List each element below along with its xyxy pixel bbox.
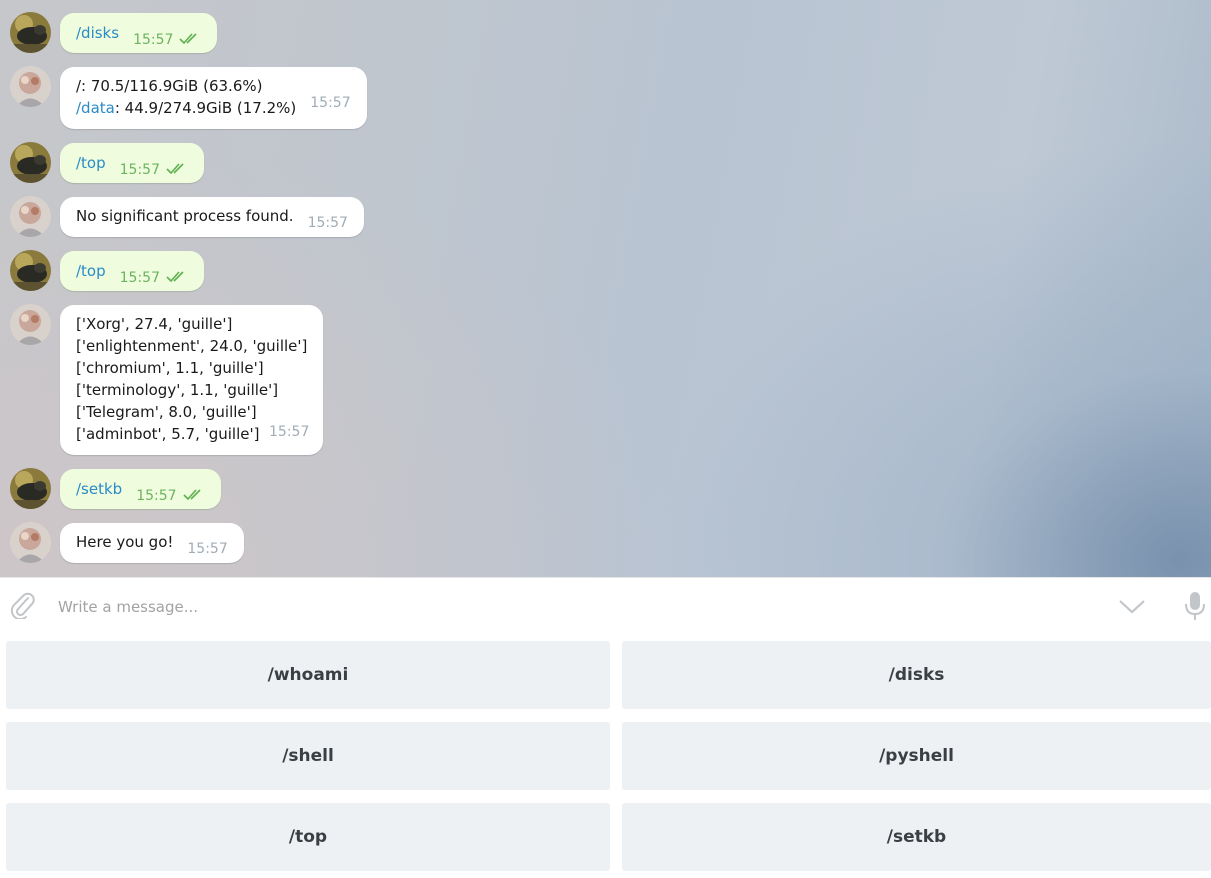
message-bubble-outgoing[interactable]: /disks 15:57	[60, 13, 218, 53]
command-link[interactable]: /top	[76, 154, 106, 172]
bot-avatar[interactable]	[10, 522, 51, 563]
message-text: : 44.9/274.9GiB (17.2%)	[114, 99, 297, 117]
command-link[interactable]: /disks	[76, 24, 119, 42]
bot-avatar[interactable]	[10, 304, 51, 345]
command-link[interactable]: /setkb	[76, 480, 122, 498]
message-time: 15:57	[269, 424, 310, 440]
message-line: ['enlightenment', 24.0, 'guille']	[76, 337, 308, 355]
message-composer	[0, 577, 1211, 633]
read-checkmarks-icon	[182, 489, 201, 500]
user-avatar[interactable]	[10, 12, 51, 53]
message-time: 15:57	[136, 488, 177, 504]
microphone-icon[interactable]	[1183, 590, 1207, 622]
message-text: Here you go!	[76, 533, 174, 551]
message-time: 15:57	[307, 215, 348, 231]
read-checkmarks-icon	[166, 163, 184, 174]
message-line: ['terminology', 1.1, 'guille']	[76, 381, 279, 399]
keyboard-button-whoami[interactable]: /whoami	[6, 641, 610, 709]
keyboard-button-setkb[interactable]: /setkb	[622, 803, 1211, 871]
read-checkmarks-icon	[179, 33, 197, 44]
message-input[interactable]	[58, 594, 1058, 620]
keyboard-button-pyshell[interactable]: /pyshell	[622, 722, 1211, 790]
bot-avatar[interactable]	[10, 196, 51, 237]
read-checkmarks-icon	[166, 271, 184, 282]
command-link[interactable]: /data	[76, 99, 115, 117]
message-bubble-incoming[interactable]: No significant process found. 15:57	[60, 197, 364, 237]
message-bubble-outgoing[interactable]: /setkb 15:57	[60, 469, 221, 509]
paperclip-icon[interactable]	[10, 591, 36, 619]
message-time: 15:57	[187, 541, 228, 557]
user-avatar[interactable]	[10, 142, 51, 183]
message-time: 15:57	[133, 32, 174, 48]
chevron-down-icon[interactable]	[1117, 596, 1147, 616]
keyboard-button-disks[interactable]: /disks	[622, 641, 1211, 709]
keyboard-button-top[interactable]: /top	[6, 803, 610, 871]
keyboard-button-shell[interactable]: /shell	[6, 722, 610, 790]
message-line: /data: 44.9/274.9GiB (17.2%)	[76, 97, 296, 119]
message-line: /: 70.5/116.9GiB (63.6%)	[76, 77, 263, 95]
message-bubble-incoming[interactable]: ['Xorg', 27.4, 'guille'] ['enlightenment…	[60, 305, 324, 455]
message-bubble-outgoing[interactable]: /top 15:57	[60, 251, 204, 291]
message-bubble-outgoing[interactable]: /top 15:57	[60, 143, 204, 183]
message-time: 15:57	[310, 95, 351, 111]
message-line: ['chromium', 1.1, 'guille']	[76, 359, 264, 377]
message-line: ['Telegram', 8.0, 'guille']	[76, 403, 257, 421]
message-text: No significant process found.	[76, 207, 294, 225]
command-link[interactable]: /top	[76, 262, 106, 280]
bot-avatar[interactable]	[10, 66, 51, 107]
user-avatar[interactable]	[10, 468, 51, 509]
message-time: 15:57	[119, 162, 160, 178]
message-line: ['Xorg', 27.4, 'guille']	[76, 315, 233, 333]
chat-history[interactable]: /disks 15:57 /: 70.5/116.9GiB (63.6%) /da…	[0, 0, 1211, 577]
bot-reply-keyboard: /whoami /disks /shell /pyshell /top /set…	[0, 633, 1211, 878]
message-bubble-incoming[interactable]: /: 70.5/116.9GiB (63.6%) /data: 44.9/274…	[60, 67, 367, 129]
user-avatar[interactable]	[10, 250, 51, 291]
message-bubble-incoming[interactable]: Here you go! 15:57	[60, 523, 244, 563]
message-time: 15:57	[119, 270, 160, 286]
